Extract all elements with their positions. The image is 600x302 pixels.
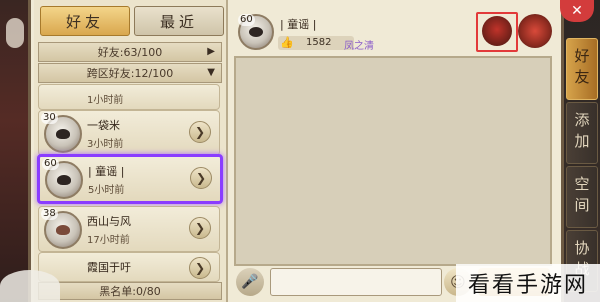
side-tab-friends[interactable]: 好友 [566, 38, 598, 100]
tab-bar: 好友 最近 [40, 6, 224, 36]
chat-header: 60 | 童谣 | 👍 1582 凤之清 [232, 6, 554, 52]
friend-name: 霞国于吁 [87, 261, 131, 274]
friend-row[interactable]: 30 一袋米 3小时前 ❯ [38, 110, 220, 156]
caret-down-icon: ▼ [207, 67, 215, 78]
close-icon[interactable]: ✕ [560, 0, 594, 22]
friend-level: 38 [41, 208, 58, 220]
tab-friends[interactable]: 好友 [40, 6, 130, 36]
friend-name: 西山与风 [87, 215, 131, 228]
chat-level: 60 [238, 14, 255, 26]
side-tab-add[interactable]: 添加 [566, 102, 598, 164]
friend-time: 3小时前 [87, 139, 124, 150]
friend-row[interactable]: 38 西山与风 17小时前 ❯ [38, 206, 220, 252]
chevron-right-icon[interactable]: ❯ [190, 167, 212, 189]
watermark: 看看手游网 [456, 264, 600, 302]
group-cross-server[interactable]: 跨区好友:12/100 ▼ [38, 63, 222, 83]
friend-row[interactable]: 1小时前 [38, 84, 220, 110]
friend-level: 30 [41, 112, 58, 124]
like-count: 1582 [306, 37, 332, 48]
chevron-right-icon[interactable]: ❯ [189, 217, 211, 239]
caret-right-icon: ▶ [207, 46, 215, 57]
chat-messages-area [234, 56, 552, 266]
friend-time: 5小时前 [88, 185, 125, 196]
microphone-icon[interactable]: 🎤 [236, 268, 264, 296]
blacklist-label: 黑名单:0/80 [99, 285, 161, 298]
group-cross-server-label: 跨区好友:12/100 [86, 67, 174, 80]
tab-recent[interactable]: 最近 [134, 6, 224, 36]
gift-icon-button[interactable] [476, 12, 518, 52]
chevron-right-icon[interactable]: ❯ [189, 121, 211, 143]
gift-icon [482, 16, 512, 46]
friend-time: 1小时前 [87, 95, 124, 106]
friend-row[interactable]: 霞国于吁 ❯ [38, 252, 220, 282]
decoration-character [0, 270, 60, 302]
like-counter[interactable]: 👍 1582 [278, 36, 354, 50]
group-friends[interactable]: 好友:63/100 ▶ [38, 42, 222, 62]
chevron-right-icon[interactable]: ❯ [189, 257, 211, 279]
friend-row-selected[interactable]: 60 | 童谣 | 5小时前 ❯ [37, 154, 223, 204]
friend-level: 60 [42, 158, 59, 170]
chat-guild: 凤之清 [344, 41, 374, 52]
friend-name: 一袋米 [87, 119, 120, 132]
group-friends-label: 好友:63/100 [97, 46, 163, 59]
thumbs-up-icon: 👍 [280, 36, 294, 49]
profile-icon-button[interactable] [518, 14, 552, 48]
chat-input[interactable] [270, 268, 442, 296]
blacklist-button[interactable]: 黑名单:0/80 [38, 282, 222, 300]
friend-name: | 童谣 | [88, 165, 125, 178]
friend-time: 17小时前 [87, 235, 130, 246]
side-tab-space[interactable]: 空间 [566, 166, 598, 228]
chat-name: | 童谣 | [280, 18, 317, 31]
